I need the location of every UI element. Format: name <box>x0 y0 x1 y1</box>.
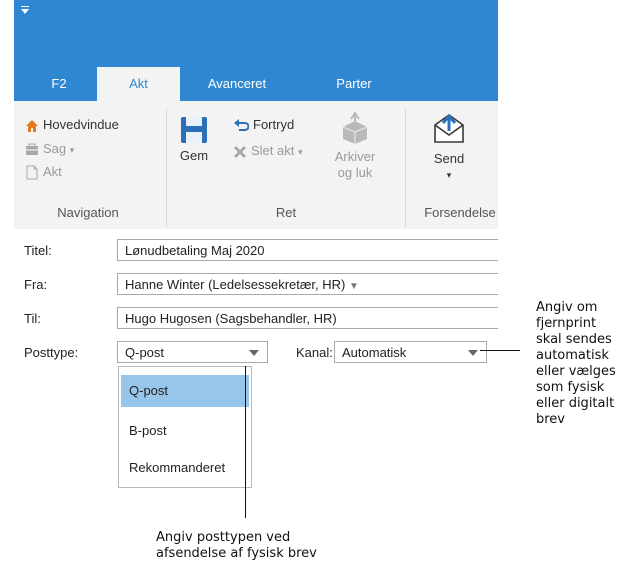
kanal-callout-line-6: som fysisk <box>536 380 605 395</box>
kanal-callout-line-7: eller digitalt <box>536 396 615 411</box>
app-window: F2 Akt Avanceret Parter Hovedvindue Sag … <box>14 0 498 400</box>
title-bar <box>14 0 498 67</box>
sag-dropdown-icon: ▾ <box>69 145 75 155</box>
kanal-select[interactable]: Automatisk <box>334 341 487 363</box>
sag-label: Sag <box>43 141 67 156</box>
akt-button[interactable]: Akt <box>25 164 62 180</box>
fortryd-button[interactable]: Fortryd <box>233 117 294 133</box>
til-label: Til: <box>24 311 41 326</box>
save-icon <box>181 117 207 143</box>
hovedvindue-label: Hovedvindue <box>43 117 119 132</box>
kanal-value: Automatisk <box>342 345 407 360</box>
arkiver-label-line2: og luk <box>337 165 373 180</box>
undo-icon <box>234 118 249 131</box>
posttype-label: Posttype: <box>24 345 79 360</box>
ribbon: Hovedvindue Sag ▾ Akt Navigation Gem For… <box>14 101 498 230</box>
kanal-callout-line-8: brev <box>536 412 566 427</box>
posttype-option-rekommanderet[interactable]: Rekommanderet <box>121 452 249 484</box>
arkiver-og-luk-button[interactable]: Arkiver og luk <box>332 111 378 181</box>
posttype-select[interactable]: Q-post <box>117 341 268 363</box>
ribbon-tab-bar: F2 Akt Avanceret Parter <box>14 67 498 101</box>
kanal-callout-line-5: eller vælges <box>536 364 616 379</box>
fra-value: Hanne Winter (Ledelsessekretær, HR) <box>125 277 346 292</box>
tab-parter[interactable]: Parter <box>324 67 384 101</box>
kanal-callout-line <box>480 350 520 351</box>
hovedvindue-button[interactable]: Hovedvindue <box>25 117 119 133</box>
kanal-dropdown-icon[interactable] <box>468 350 478 356</box>
kanal-callout-line-4: automatisk <box>536 348 609 363</box>
send-envelope-icon <box>434 113 464 143</box>
kanal-label: Kanal: <box>296 345 333 360</box>
slet-akt-dropdown-icon: ▾ <box>297 147 303 157</box>
posttype-callout: Angiv posttypen ved afsendelse af fysisk… <box>156 530 317 562</box>
gem-button[interactable]: Gem <box>177 115 211 163</box>
posttype-callout-line-1: Angiv posttypen ved <box>156 530 291 545</box>
fra-field[interactable]: Hanne Winter (Ledelsessekretær, HR) ▼ <box>117 273 498 295</box>
recipient-form: Titel: Lønudbetaling Maj 2020 Fra: Hanne… <box>14 229 498 400</box>
ret-group-label: Ret <box>275 205 297 220</box>
akt-label: Akt <box>43 164 62 179</box>
home-icon <box>26 119 38 132</box>
sag-button[interactable]: Sag ▾ <box>25 141 74 157</box>
kanal-callout: Angiv om fjernprint skal sendes automati… <box>536 300 616 428</box>
kanal-callout-line-2: fjernprint <box>536 316 597 331</box>
fra-dropdown-icon[interactable]: ▼ <box>349 281 359 292</box>
posttype-dropdown-list: Q-post B-post Rekommanderet <box>118 366 252 488</box>
posttype-callout-line <box>245 366 246 518</box>
tab-avanceret[interactable]: Avanceret <box>197 67 277 101</box>
gem-label: Gem <box>179 148 209 163</box>
quick-access-line <box>21 6 29 7</box>
posttype-dropdown-icon[interactable] <box>249 350 259 356</box>
slet-akt-button[interactable]: Slet akt ▾ <box>233 143 303 159</box>
fortryd-label: Fortryd <box>253 117 295 132</box>
document-icon <box>26 165 38 180</box>
kanal-callout-line-3: skal sendes <box>536 332 612 347</box>
case-icon <box>26 143 38 155</box>
posttype-value: Q-post <box>125 345 165 360</box>
til-field[interactable]: Hugo Hugosen (Sagsbehandler, HR) <box>117 307 498 329</box>
forsendelse-group-label: Forsendelse <box>424 205 496 220</box>
posttype-callout-line-2: afsendelse af fysisk brev <box>156 546 317 561</box>
kanal-callout-line-1: Angiv om <box>536 300 598 315</box>
titel-label: Titel: <box>24 243 52 258</box>
titel-field[interactable]: Lønudbetaling Maj 2020 <box>117 239 498 261</box>
delete-icon <box>233 145 247 158</box>
quick-access-dropdown-icon[interactable] <box>21 9 29 14</box>
navigation-group-label: Navigation <box>57 205 119 220</box>
send-button[interactable]: Send ▾ <box>425 111 473 183</box>
slet-akt-label: Slet akt <box>251 143 295 158</box>
tab-akt[interactable]: Akt <box>97 67 180 101</box>
arkiver-label-line1: Arkiver <box>334 149 376 164</box>
tab-f2[interactable]: F2 <box>34 67 84 101</box>
send-dropdown-icon: ▾ <box>446 170 452 180</box>
send-label: Send <box>433 151 465 166</box>
fra-label: Fra: <box>24 277 48 292</box>
archive-box-icon <box>342 111 368 144</box>
posttype-option-b-post[interactable]: B-post <box>121 415 249 447</box>
posttype-option-q-post[interactable]: Q-post <box>121 375 249 407</box>
